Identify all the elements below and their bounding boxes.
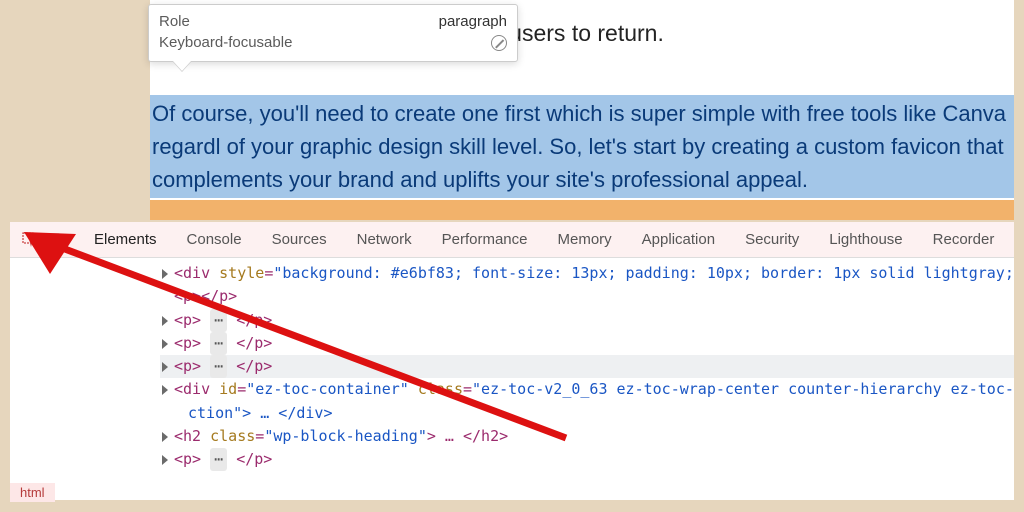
dom-node[interactable]: <h2 class="wp-block-heading"> … </h2> <box>160 425 1014 448</box>
dom-node-selected[interactable]: <p> ⋯ </p> <box>160 355 1014 378</box>
device-toggle-icon[interactable] <box>48 230 64 250</box>
dom-node[interactable]: <p> ⋯ </p> <box>160 448 1014 471</box>
devtools-tabbar: Elements Console Sources Network Perform… <box>10 222 1014 258</box>
dom-node[interactable]: <div id="ez-toc-container" class="ez-toc… <box>160 378 1014 401</box>
dom-node-cont[interactable]: ction"> … </div> <box>160 402 1014 425</box>
tab-performance[interactable]: Performance <box>432 225 538 254</box>
dom-node[interactable]: <p> ⋯ </p> <box>160 309 1014 332</box>
dom-node[interactable]: <div style="background: #e6bf83; font-si… <box>160 262 1014 285</box>
tab-security[interactable]: Security <box>735 225 809 254</box>
tab-memory[interactable]: Memory <box>548 225 622 254</box>
prohibited-icon <box>491 35 507 51</box>
accessibility-tooltip: Role paragraph Keyboard-focusable <box>148 4 518 62</box>
tab-console[interactable]: Console <box>177 225 252 254</box>
inspect-element-icon[interactable] <box>22 230 38 250</box>
dom-breadcrumb[interactable]: html <box>10 483 55 502</box>
tab-sources[interactable]: Sources <box>262 225 337 254</box>
tooltip-role-value: paragraph <box>439 13 507 30</box>
tab-lighthouse[interactable]: Lighthouse <box>819 225 912 254</box>
dom-node[interactable]: <p></p> <box>160 285 1014 308</box>
devtools-panel: Elements Console Sources Network Perform… <box>10 222 1014 500</box>
highlighted-paragraph[interactable]: Of course, you'll need to create one fir… <box>150 95 1014 198</box>
tab-network[interactable]: Network <box>347 225 422 254</box>
tab-application[interactable]: Application <box>632 225 725 254</box>
inline-style-highlight <box>150 200 1014 220</box>
elements-dom-tree[interactable]: <div style="background: #e6bf83; font-si… <box>10 258 1014 471</box>
tab-recorder[interactable]: Recorder <box>923 225 1005 254</box>
dom-node[interactable]: <p> ⋯ </p> <box>160 332 1014 355</box>
tab-elements[interactable]: Elements <box>84 225 167 254</box>
tooltip-role-label: Role <box>159 13 190 30</box>
tooltip-focus-label: Keyboard-focusable <box>159 34 292 51</box>
